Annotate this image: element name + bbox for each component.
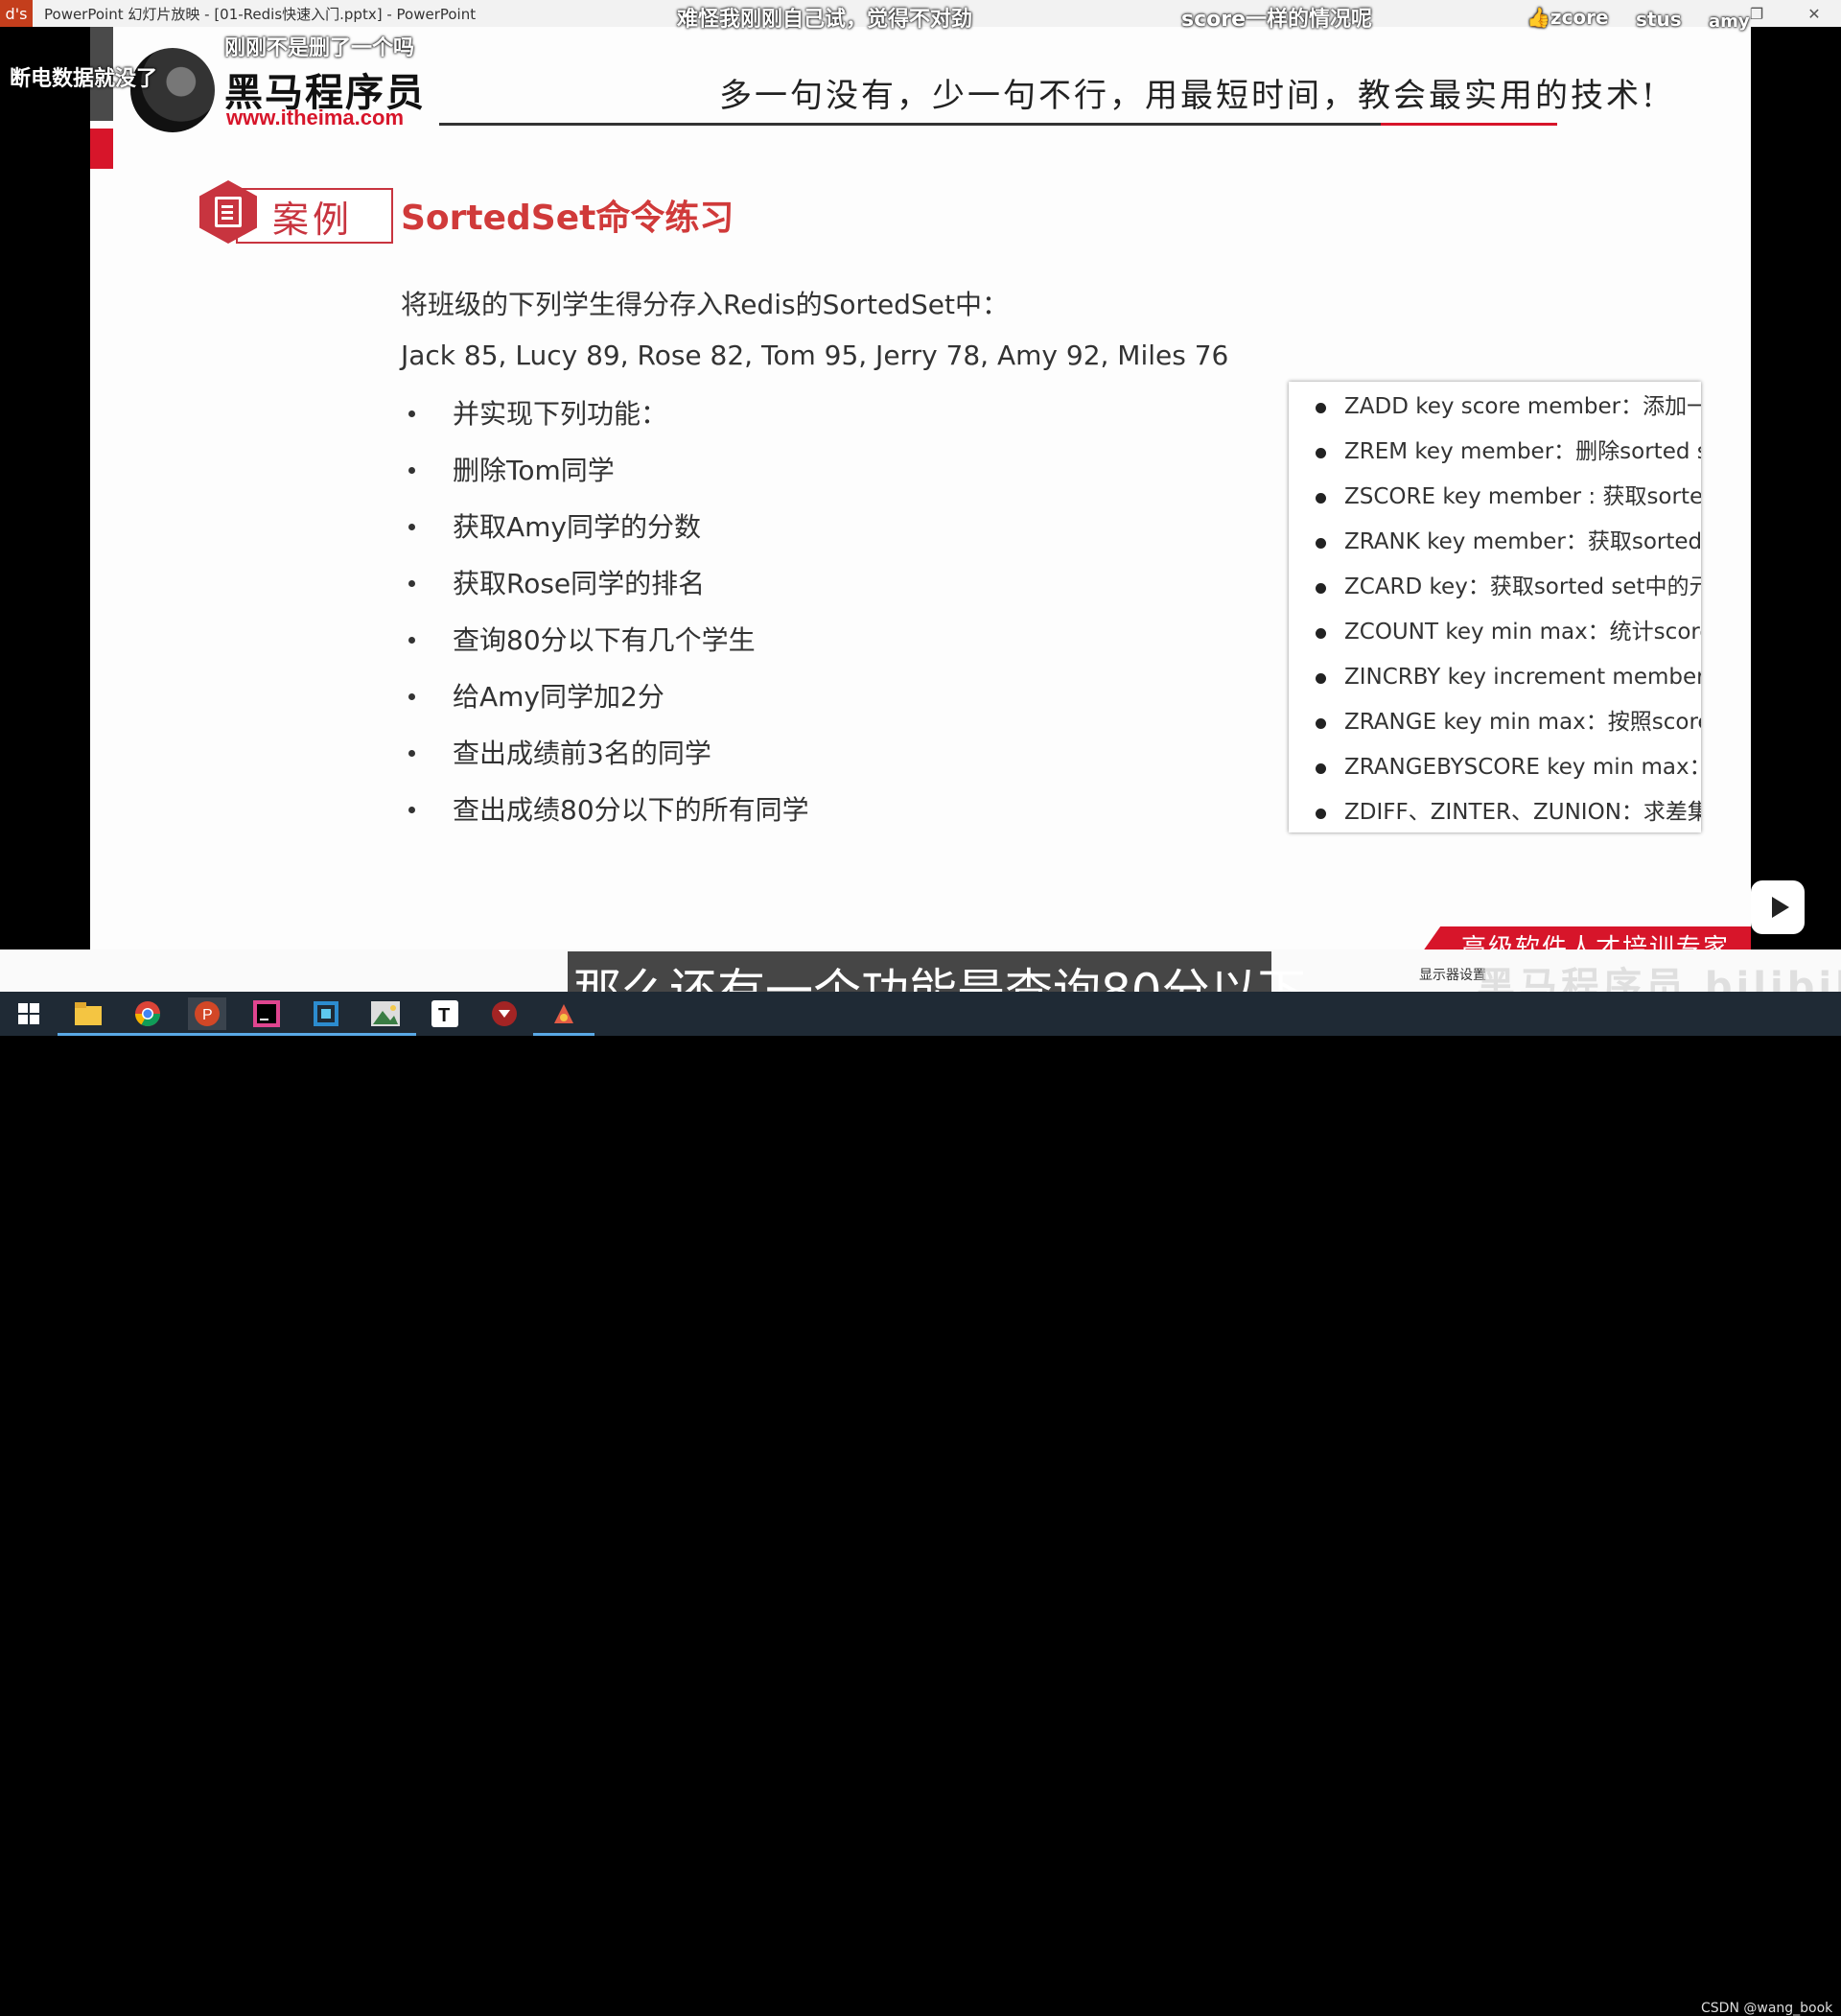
case-label: 案例 <box>272 199 354 241</box>
danmaku-comment: 👍zcore <box>1526 6 1609 29</box>
bullet-icon <box>1316 628 1326 639</box>
command-item: ZRANK key member：获取sorted se <box>1289 525 1701 570</box>
intro-text: 将班级的下列学生得分存入Redis的SortedSet中： <box>401 289 1009 320</box>
command-item: ZREM key member：删除sorted set <box>1289 434 1701 480</box>
danmaku-comment: amy <box>1709 12 1750 32</box>
list-item: 获取Amy同学的分数 <box>401 508 809 565</box>
bullet-icon <box>408 467 415 474</box>
command-item: ZCARD key：获取sorted set中的元素 <box>1289 570 1701 615</box>
extra-app-icon[interactable] <box>533 997 594 1036</box>
bullet-icon <box>1316 448 1326 458</box>
app-icon: d's <box>0 0 33 27</box>
close-button[interactable]: ✕ <box>1795 0 1833 27</box>
svg-text:T: T <box>438 1005 450 1026</box>
list-item: 查询80分以下有几个学生 <box>401 621 809 678</box>
command-item: ZCOUNT key min max：统计score值 <box>1289 615 1701 660</box>
bullet-icon <box>1316 763 1326 774</box>
command-item: ZRANGE key min max：按照score排 <box>1289 705 1701 750</box>
command-item: ZRANGEBYSCORE key min max：按 <box>1289 750 1701 795</box>
bullet-icon <box>408 410 415 417</box>
intellij-icon[interactable] <box>236 997 297 1036</box>
tagline: 高级软件人才培训专家 <box>1461 934 1731 949</box>
csdn-credit: CSDN @wang_book <box>1701 2001 1833 2016</box>
list-item: 查出成绩前3名的同学 <box>401 735 809 791</box>
list-item: 并实现下列功能： <box>401 395 809 452</box>
list-item: 查出成绩80分以下的所有同学 <box>401 791 809 848</box>
restore-icon: ❐ <box>1749 4 1764 23</box>
bullet-icon <box>408 637 415 644</box>
chrome-icon[interactable] <box>117 997 178 1036</box>
command-item: ZDIFF、ZINTER、ZUNION：求差集、 <box>1289 795 1701 832</box>
close-icon: ✕ <box>1807 4 1821 23</box>
powerpoint-icon[interactable]: P <box>176 997 238 1036</box>
bullet-icon <box>408 693 415 700</box>
command-item: ZADD key score member：添加一个 <box>1289 389 1701 434</box>
bullet-icon <box>408 807 415 813</box>
bullet-icon <box>1316 673 1326 684</box>
logo-url: www.itheima.com <box>226 105 405 129</box>
header-divider-accent <box>1381 123 1557 126</box>
windows-start-icon[interactable] <box>10 997 48 1030</box>
slide-title: SortedSet命令练习 <box>401 199 734 238</box>
svg-text:P: P <box>202 1007 213 1023</box>
window-title: PowerPoint 幻灯片放映 - [01-Redis快速入门.pptx] -… <box>44 5 477 23</box>
danmaku-comment: 断电数据就没了 <box>10 67 158 91</box>
redis-desktop-icon[interactable] <box>485 997 524 1030</box>
typora-icon[interactable]: T <box>426 997 464 1030</box>
task-list: 并实现下列功能： 删除Tom同学 获取Amy同学的分数 获取Rose同学的排名 … <box>401 395 809 848</box>
bullet-icon <box>1316 493 1326 504</box>
bullet-icon <box>408 580 415 587</box>
letterbox-right <box>1751 27 1841 996</box>
scores-text: Jack 85, Lucy 89, Rose 82, Tom 95, Jerry… <box>401 340 1229 371</box>
command-item: ZSCORE key member : 获取sorted s <box>1289 480 1701 525</box>
command-reference-box: ZADD key score member：添加一个 ZREM key memb… <box>1289 382 1701 832</box>
bullet-icon <box>408 750 415 757</box>
danmaku-comment: 刚刚不是删了一个吗 <box>224 36 415 60</box>
bullet-icon <box>1316 403 1326 413</box>
list-item: 删除Tom同学 <box>401 452 809 508</box>
bullet-icon <box>1316 809 1326 819</box>
danmaku-comment: score一样的情况呢 <box>1181 8 1373 32</box>
list-item: 给Amy同学加2分 <box>401 678 809 735</box>
bullet-icon <box>408 524 415 530</box>
play-icon[interactable] <box>1751 880 1805 934</box>
left-strip-red <box>90 129 113 169</box>
bullet-icon <box>1316 583 1326 594</box>
bullet-icon <box>1316 538 1326 549</box>
virtual-box-icon[interactable] <box>295 997 357 1036</box>
slogan: 多一句没有，少一句不行，用最短时间，教会最实用的技术! <box>719 77 1658 115</box>
bullet-icon <box>1316 718 1326 729</box>
command-item: ZINCRBY key increment member： <box>1289 660 1701 705</box>
slide-canvas: 黑马程序员 www.itheima.com 多一句没有，少一句不行，用最短时间，… <box>90 27 1751 949</box>
image-viewer-icon[interactable] <box>355 997 416 1036</box>
file-explorer-icon[interactable] <box>58 997 119 1036</box>
danmaku-comment: stus <box>1636 8 1682 31</box>
danmaku-comment: 难怪我刚刚自己试，觉得不对劲 <box>677 8 973 32</box>
windows-taskbar: P T CSDN @wang_book <box>0 992 1841 2016</box>
list-item: 获取Rose同学的排名 <box>401 565 809 621</box>
